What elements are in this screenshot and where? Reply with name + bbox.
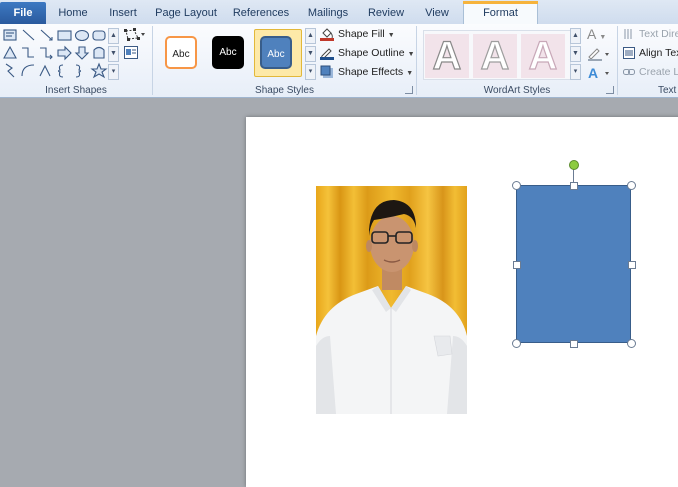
shape-fill-label: Shape Fill: [338, 28, 385, 40]
paint-bucket-icon: [320, 28, 334, 41]
resize-handle-bottom-right[interactable]: [627, 339, 636, 348]
chevron-down-icon: ▼: [407, 51, 415, 58]
shapes-more-button[interactable]: ▾: [108, 64, 119, 80]
shape-styles-label: Shape Styles: [255, 85, 314, 96]
tab-format[interactable]: Format: [463, 1, 538, 25]
chevron-down-icon: ▼: [387, 32, 395, 39]
tab-references[interactable]: References: [229, 3, 293, 23]
wordart-scroll-up[interactable]: ▲: [570, 28, 581, 44]
shape-styles-group: Abc Abc Abc ▲ ▼ ▾ Shape Fill ▼ Shape Outl…: [153, 24, 416, 97]
text-direction-icon: [624, 29, 632, 39]
text-fill-icon: A: [587, 26, 597, 42]
shape-effects-icon: [320, 65, 333, 78]
shape-outline-button[interactable]: Shape Outline ▼: [320, 45, 415, 62]
resize-handle-top[interactable]: [570, 182, 578, 190]
tab-view[interactable]: View: [418, 3, 456, 23]
text-outline-button[interactable]: [587, 45, 613, 62]
wordart-more-button[interactable]: ▾: [570, 64, 581, 80]
edit-shape-icon[interactable]: [124, 28, 146, 42]
wordart-style-gray[interactable]: A: [425, 33, 469, 79]
text-direction-label: Text Dire: [639, 28, 678, 40]
align-text-button[interactable]: Align Tex: [623, 45, 678, 62]
text-effects-button[interactable]: A: [587, 64, 613, 81]
shape-style-black[interactable]: Abc: [212, 36, 244, 69]
resize-handle-bottom[interactable]: [570, 340, 578, 348]
shapes-gallery[interactable]: [3, 28, 109, 80]
text-effects-icon: A: [588, 65, 609, 81]
ribbon-tab-bar: File Home Insert Page Layout References …: [0, 0, 678, 25]
tab-home[interactable]: Home: [52, 3, 94, 23]
tab-review[interactable]: Review: [362, 3, 410, 23]
tab-insert[interactable]: Insert: [101, 3, 145, 23]
chevron-down-icon: ▼: [406, 70, 414, 77]
text-outline-icon: [588, 48, 609, 61]
svg-text:A: A: [588, 65, 598, 81]
shape-styles-dialog-launcher[interactable]: [405, 86, 413, 94]
tab-file[interactable]: File: [0, 2, 46, 24]
wordart-styles-group: A A A ▲ ▼ ▾ A ▼ A WordArt Styles: [417, 24, 617, 97]
align-text-label: Align Tex: [639, 47, 678, 59]
resize-handle-left[interactable]: [513, 261, 521, 269]
resize-handle-top-right[interactable]: [627, 181, 636, 190]
wordart-scroll-down[interactable]: ▼: [570, 46, 581, 62]
ribbon: ▲ ▼ ▾ Insert Shapes Abc Abc Abc ▲ ▼ ▾ Sh…: [0, 24, 678, 98]
shape-outline-label: Shape Outline: [338, 47, 405, 59]
insert-shapes-label: Insert Shapes: [45, 85, 107, 96]
shape-effects-label: Shape Effects: [338, 66, 404, 78]
tab-mailings[interactable]: Mailings: [302, 3, 354, 23]
portrait-photo[interactable]: [316, 186, 467, 414]
text-direction-button[interactable]: Text Dire: [623, 26, 678, 43]
shape-style-orange-outline[interactable]: Abc: [165, 36, 197, 69]
wordart-styles-label: WordArt Styles: [483, 85, 551, 96]
link-icon: [623, 69, 635, 75]
text-group-label: Text: [658, 85, 677, 96]
styles-more-button[interactable]: ▾: [305, 64, 316, 80]
text-group: Text Dire Align Tex Create Li Text: [618, 24, 678, 97]
resize-handle-right[interactable]: [628, 261, 636, 269]
create-link-button[interactable]: Create Li: [623, 64, 678, 81]
create-link-label: Create Li: [639, 66, 678, 78]
resize-handle-top-left[interactable]: [512, 181, 521, 190]
align-text-icon: [623, 47, 635, 59]
insert-shapes-group: ▲ ▼ ▾ Insert Shapes: [0, 24, 152, 97]
wordart-dialog-launcher[interactable]: [606, 86, 614, 94]
wordart-style-silver[interactable]: A: [473, 33, 517, 79]
wordart-style-pink[interactable]: A: [521, 33, 565, 79]
shape-fill-button[interactable]: Shape Fill ▼: [320, 26, 395, 43]
text-box-icon[interactable]: [124, 46, 138, 59]
shapes-scroll-down[interactable]: ▼: [108, 46, 119, 62]
tab-page-layout[interactable]: Page Layout: [152, 3, 220, 23]
styles-scroll-down[interactable]: ▼: [305, 46, 316, 62]
shape-style-blue[interactable]: Abc: [260, 36, 292, 69]
resize-handle-bottom-left[interactable]: [512, 339, 521, 348]
selected-rectangle-shape[interactable]: [516, 185, 631, 343]
pen-icon: [320, 48, 334, 60]
styles-scroll-up[interactable]: ▲: [305, 28, 316, 44]
shapes-scroll-up[interactable]: ▲: [108, 28, 119, 44]
text-fill-button[interactable]: A ▼: [587, 26, 613, 43]
shape-effects-button[interactable]: Shape Effects ▼: [320, 64, 413, 81]
rotation-handle[interactable]: [569, 160, 579, 170]
